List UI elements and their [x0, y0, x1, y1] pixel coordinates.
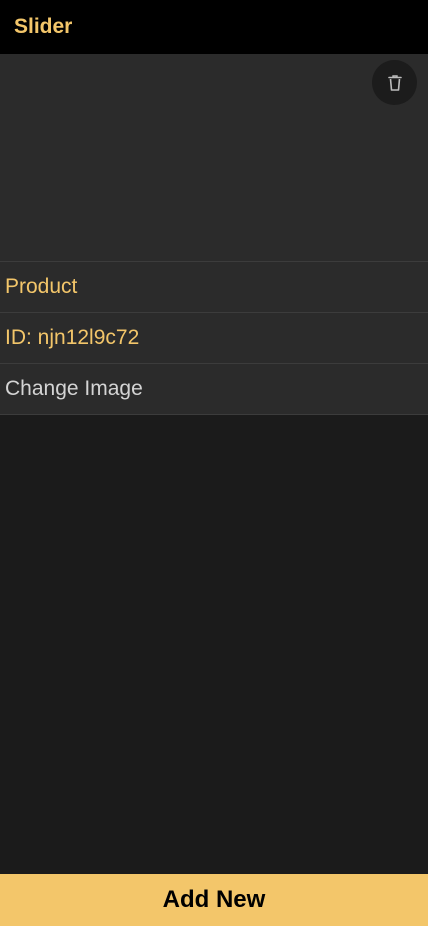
change-image-label: Change Image: [5, 377, 143, 400]
product-id: ID: njn12l9c72: [5, 326, 140, 349]
app-screen: Slider Product ID: njn12l9c72 Change Ima…: [0, 0, 428, 926]
trash-icon: [387, 74, 402, 91]
add-new-button[interactable]: Add New: [0, 874, 428, 926]
add-new-label: Add New: [162, 886, 266, 913]
delete-button[interactable]: [372, 60, 417, 105]
product-name-row: Product: [0, 261, 428, 312]
top-bar: Slider: [0, 0, 428, 54]
page-title: Slider: [14, 15, 73, 38]
slider-image-placeholder: [0, 54, 428, 261]
change-image-button[interactable]: Change Image: [0, 363, 428, 415]
slider-item-card: Product ID: njn12l9c72 Change Image: [0, 54, 428, 415]
product-name: Product: [5, 275, 78, 298]
product-id-row: ID: njn12l9c72: [0, 312, 428, 363]
